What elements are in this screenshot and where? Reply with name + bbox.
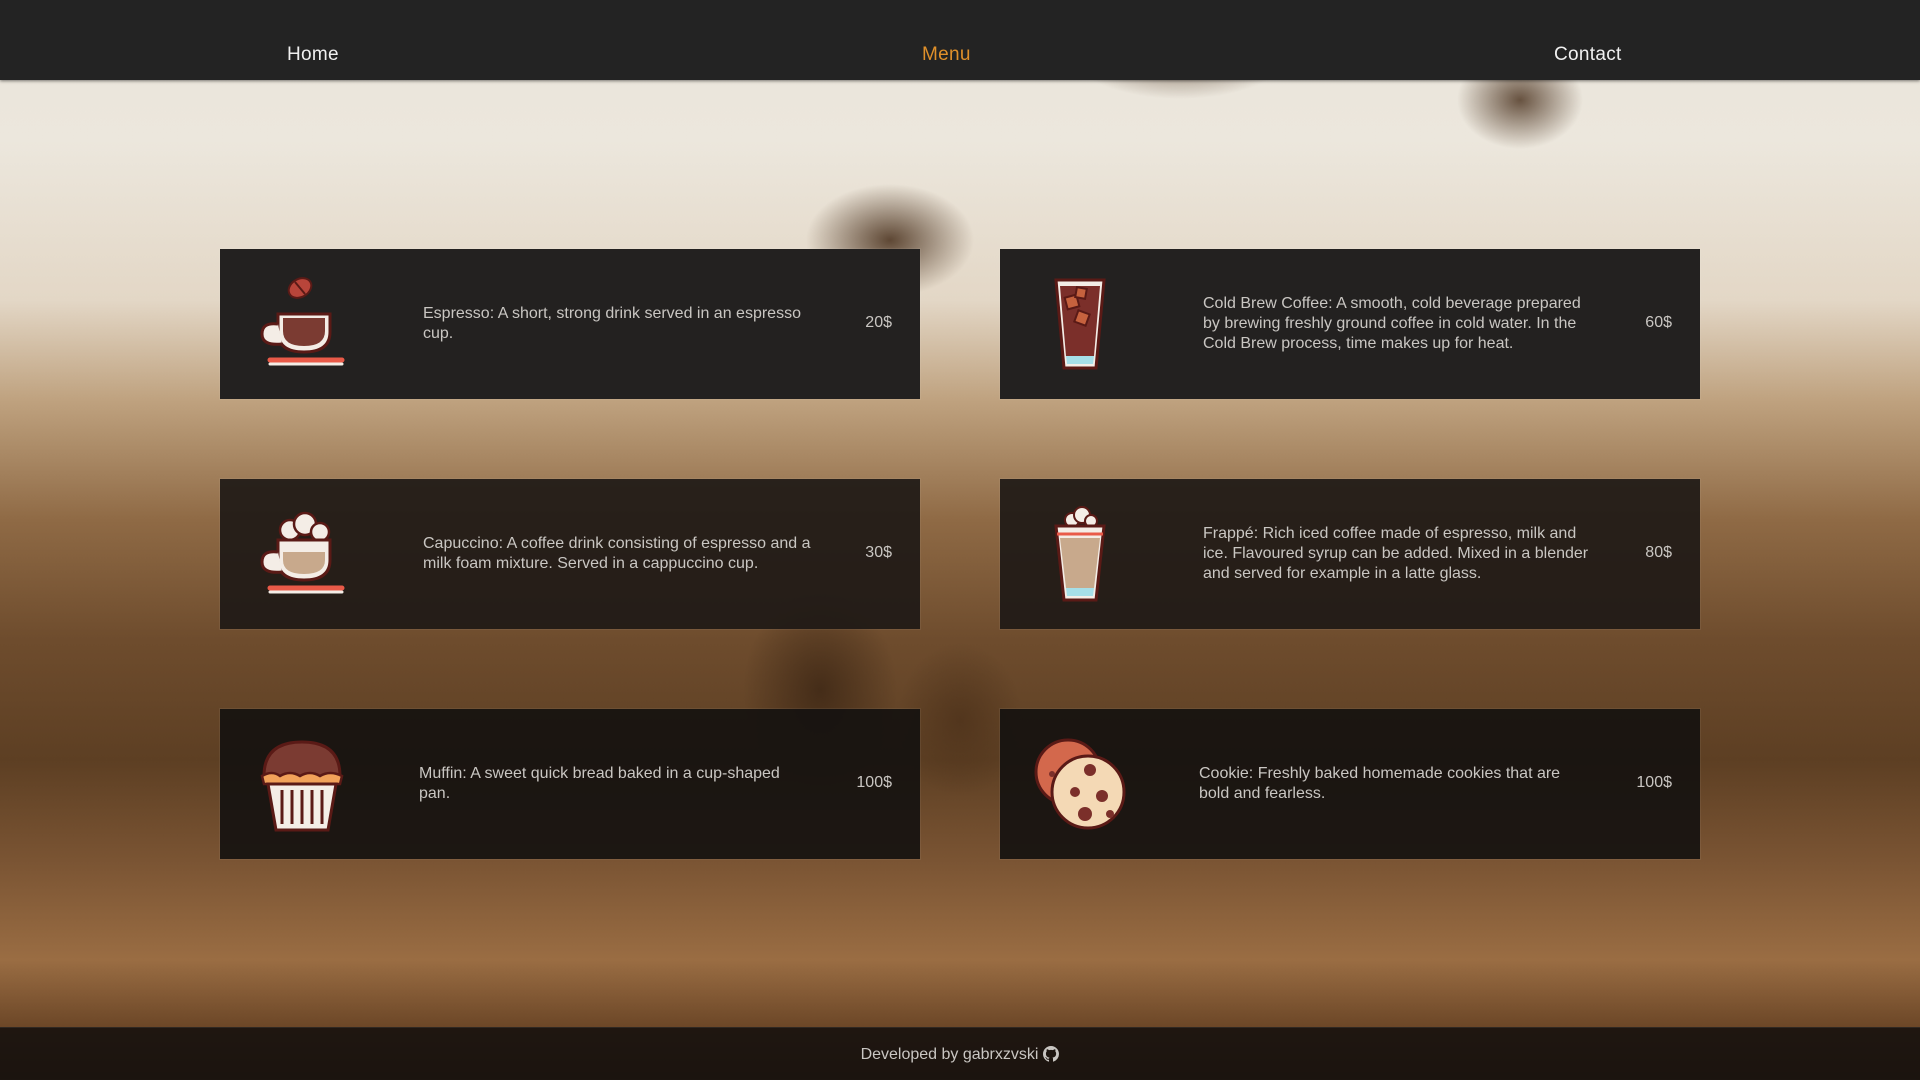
menu-item-price: 100$ bbox=[856, 774, 892, 791]
menu-card-muffin: Muffin: A sweet quick bread baked in a c… bbox=[220, 709, 920, 859]
nav-menu-link[interactable]: Menu bbox=[922, 44, 971, 66]
menu-card-espresso: Espresso: A short, strong drink served i… bbox=[220, 249, 920, 399]
cappuccino-cup-icon bbox=[245, 499, 355, 609]
menu-card-cappuccino: Capuccino: A coffee drink consisting of … bbox=[220, 479, 920, 629]
menu-card-frappe: Frappé: Rich iced coffee made of espress… bbox=[1000, 479, 1700, 629]
menu-card-cookie: Cookie: Freshly baked homemade cookies t… bbox=[1000, 709, 1700, 859]
menu-item-price: 30$ bbox=[865, 544, 892, 561]
menu-item-description: Capuccino: A coffee drink consisting of … bbox=[423, 535, 811, 572]
menu-item-description: Cookie: Freshly baked homemade cookies t… bbox=[1199, 765, 1561, 802]
menu-card-cold-brew: Cold Brew Coffee: A smooth, cold beverag… bbox=[1000, 249, 1700, 399]
espresso-cup-icon bbox=[245, 269, 355, 379]
menu-item-price: 20$ bbox=[865, 314, 892, 331]
frappe-glass-icon bbox=[1025, 499, 1135, 609]
footer-credit-text: Developed by gabrxzvski bbox=[860, 1046, 1039, 1063]
top-navigation-bar: Home Menu Contact bbox=[0, 0, 1920, 80]
menu-item-price: 100$ bbox=[1636, 774, 1672, 791]
github-icon[interactable] bbox=[1043, 1046, 1060, 1067]
footer: Developed by gabrxzvski bbox=[0, 1027, 1920, 1080]
footer-credit[interactable]: Developed by gabrxzvski bbox=[861, 1046, 1060, 1067]
nav-home-link[interactable]: Home bbox=[287, 44, 339, 66]
menu-item-description: Muffin: A sweet quick bread baked in a c… bbox=[419, 765, 780, 802]
nav-contact-link[interactable]: Contact bbox=[1554, 44, 1622, 66]
cold-brew-glass-icon bbox=[1025, 269, 1135, 379]
menu-item-description: Frappé: Rich iced coffee made of espress… bbox=[1203, 525, 1589, 582]
muffin-icon bbox=[245, 729, 355, 839]
menu-item-price: 80$ bbox=[1645, 544, 1672, 561]
menu-item-description: Cold Brew Coffee: A smooth, cold beverag… bbox=[1203, 295, 1581, 352]
menu-item-price: 60$ bbox=[1645, 314, 1672, 331]
menu-item-description: Espresso: A short, strong drink served i… bbox=[423, 305, 801, 342]
cookie-icon bbox=[1025, 729, 1135, 839]
